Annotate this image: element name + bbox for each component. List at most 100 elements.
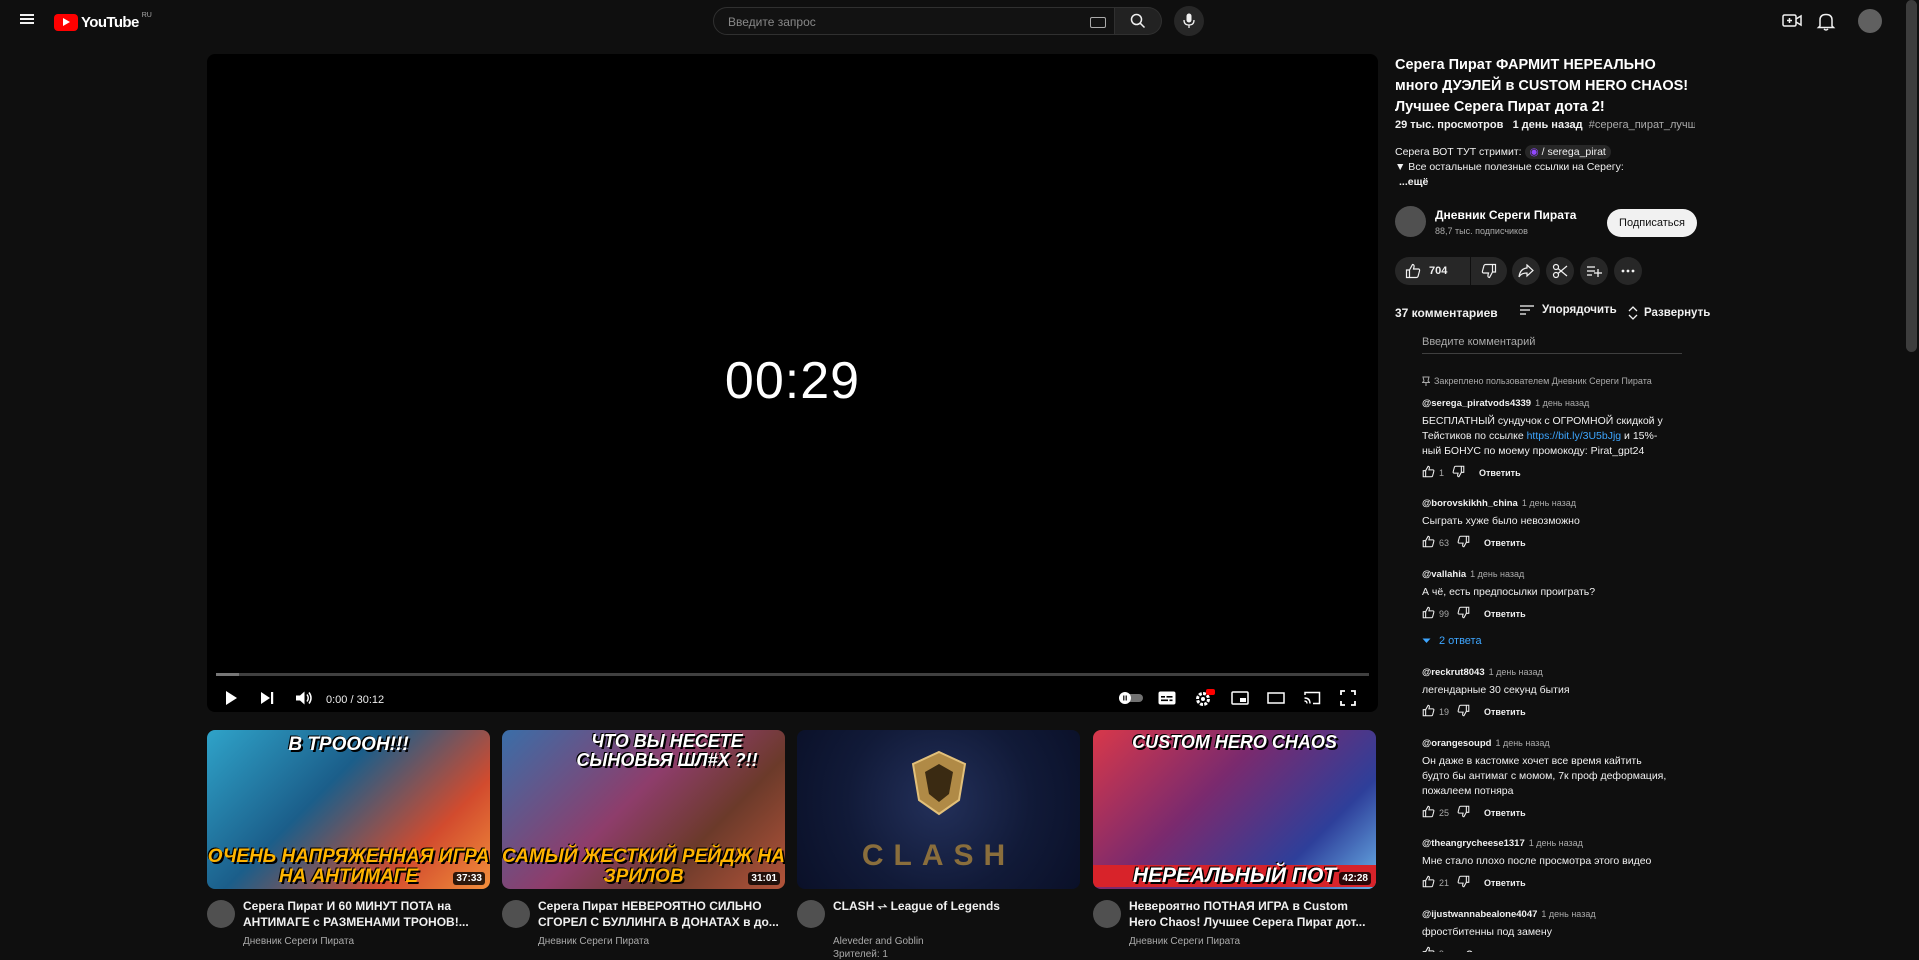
reply-button[interactable]: Ответить: [1484, 538, 1526, 548]
reply-button[interactable]: Ответить: [1484, 707, 1526, 717]
channel-avatar[interactable]: [1093, 900, 1121, 928]
recommended-video-card[interactable]: ЧТО ВЫ НЕСЕТЕ СЫНОВЬЯ ШЛ#Х ?!! САМЫЙ ЖЕС…: [502, 730, 785, 947]
play-button[interactable]: [223, 684, 239, 712]
reply-button[interactable]: Ответить: [1484, 878, 1526, 888]
search-input[interactable]: [726, 13, 1070, 31]
comment-time[interactable]: 1 день назад: [1535, 398, 1589, 408]
channel-avatar[interactable]: [797, 900, 825, 928]
progress-bar[interactable]: [216, 673, 1369, 676]
page-scrollbar-thumb[interactable]: [1906, 0, 1917, 352]
keyboard-icon[interactable]: [1090, 17, 1106, 28]
reply-button[interactable]: Ответить: [1466, 949, 1508, 953]
comment-like-button[interactable]: [1422, 805, 1435, 820]
recommended-video-card[interactable]: CUSTOM HERO CHAOS НЕРЕАЛЬНЫЙ ПОТ 42:28 Н…: [1093, 730, 1376, 947]
clip-button[interactable]: [1546, 257, 1574, 285]
channel-name[interactable]: Дневник Сереги Пирата: [1435, 208, 1576, 222]
comment-like-button[interactable]: [1422, 946, 1435, 952]
channel-avatar[interactable]: [207, 900, 235, 928]
theater-mode-button[interactable]: [1267, 684, 1285, 712]
channel-name[interactable]: Aleveder and Goblin: [833, 936, 924, 947]
comment-dislike-button[interactable]: [1457, 704, 1470, 719]
share-button[interactable]: [1512, 257, 1540, 285]
comment-dislike-button[interactable]: [1452, 465, 1465, 480]
view-count: 29 тыс. просмотров: [1395, 119, 1504, 131]
next-button[interactable]: [259, 684, 275, 712]
video-thumbnail[interactable]: ЧТО ВЫ НЕСЕТЕ СЫНОВЬЯ ШЛ#Х ?!! САМЫЙ ЖЕС…: [502, 730, 785, 889]
channel-avatar[interactable]: [502, 900, 530, 928]
comment-time[interactable]: 1 день назад: [1470, 569, 1524, 579]
fullscreen-button[interactable]: [1340, 684, 1356, 712]
channel-name[interactable]: Дневник Сереги Пирата: [1129, 936, 1240, 947]
search-button[interactable]: [1115, 7, 1162, 35]
comment-time[interactable]: 1 день назад: [1522, 498, 1576, 508]
comment-like-count: 9: [1439, 949, 1444, 953]
channel-name[interactable]: Дневник Сереги Пирата: [243, 936, 354, 947]
comment-time[interactable]: 1 день назад: [1495, 738, 1549, 748]
comment-like-button[interactable]: [1422, 875, 1435, 890]
recommended-video-card[interactable]: CLASH CLASH ⥋ League of Legends Aleveder…: [797, 730, 1080, 960]
region-label: RU: [141, 11, 152, 19]
account-avatar[interactable]: [1858, 9, 1882, 33]
create-video-icon[interactable]: [1781, 10, 1803, 32]
video-title[interactable]: CLASH ⥋ League of Legends: [833, 899, 1078, 915]
comment-author[interactable]: @ijustwannabealone4047: [1422, 909, 1537, 920]
video-title[interactable]: Невероятно ПОТНАЯ ИГРА в Custom Hero Cha…: [1129, 899, 1374, 930]
comment-dislike-button[interactable]: [1457, 606, 1470, 621]
comment-author[interactable]: @vallahia: [1422, 569, 1466, 580]
like-button[interactable]: 704: [1395, 257, 1470, 285]
save-to-playlist-button[interactable]: [1580, 257, 1608, 285]
comment-author[interactable]: @theangrycheese1317: [1422, 838, 1525, 849]
comment-author[interactable]: @borovskikhh_china: [1422, 498, 1518, 509]
autoplay-toggle[interactable]: [1118, 684, 1144, 712]
volume-button[interactable]: [295, 684, 313, 712]
comment-item: @ijustwannabealone4047 1 день назад фрост…: [1422, 906, 1670, 952]
share-icon: [1518, 264, 1534, 278]
more-actions-button[interactable]: [1614, 257, 1642, 285]
video-title[interactable]: Серега Пират И 60 МИНУТ ПОТА на АНТИМАГЕ…: [243, 899, 488, 930]
miniplayer-button[interactable]: [1231, 684, 1249, 712]
sort-comments-button[interactable]: Упорядочить: [1520, 304, 1617, 316]
subtitles-button[interactable]: [1158, 684, 1176, 712]
comment-like-button[interactable]: [1422, 535, 1435, 550]
comment-dislike-button[interactable]: [1457, 535, 1470, 550]
comment-dislike-button[interactable]: [1457, 805, 1470, 820]
expand-comments-button[interactable]: Развернуть: [1628, 306, 1710, 320]
reply-button[interactable]: Ответить: [1479, 468, 1521, 478]
menu-icon[interactable]: [18, 12, 36, 30]
comment-author[interactable]: @serega_piratvods4339: [1422, 398, 1531, 409]
view-replies-button[interactable]: 2 ответа: [1422, 635, 1670, 647]
subscribe-button[interactable]: Подписаться: [1607, 209, 1697, 237]
comment-like-button[interactable]: [1422, 704, 1435, 719]
channel-name[interactable]: Дневник Сереги Пирата: [538, 936, 649, 947]
settings-button[interactable]: [1195, 684, 1215, 712]
youtube-logo[interactable]: YouTube RU: [54, 11, 152, 31]
comment-like-button[interactable]: [1422, 606, 1435, 621]
add-comment-input[interactable]: Введите комментарий: [1422, 336, 1682, 354]
recommended-video-card[interactable]: В ТРОООН!!! ОЧЕНЬ НАПРЯЖЕННАЯ ИГРА НА АН…: [207, 730, 490, 947]
channel-avatar[interactable]: [1395, 206, 1426, 237]
show-more-link[interactable]: ...ещё: [1399, 176, 1428, 188]
video-thumbnail[interactable]: В ТРОООН!!! ОЧЕНЬ НАПРЯЖЕННАЯ ИГРА НА АН…: [207, 730, 490, 889]
comment-link[interactable]: https://bit.ly/3U5bJjg: [1527, 430, 1622, 442]
video-title[interactable]: Серега Пират НЕВЕРОЯТНО СИЛЬНО СГОРЕЛ С …: [538, 899, 783, 930]
video-thumbnail[interactable]: CLASH: [797, 730, 1080, 889]
video-player[interactable]: 00:29 0:00 / 30:12: [207, 54, 1378, 712]
voice-search-button[interactable]: [1174, 6, 1204, 36]
video-thumbnail[interactable]: CUSTOM HERO CHAOS НЕРЕАЛЬНЫЙ ПОТ 42:28: [1093, 730, 1376, 889]
reply-button[interactable]: Ответить: [1484, 609, 1526, 619]
hashtags[interactable]: #серега_пират_лучшее #серега_пират: [1589, 119, 1695, 131]
comment-author[interactable]: @reckrut8043: [1422, 667, 1485, 678]
notifications-bell-icon[interactable]: [1815, 10, 1837, 32]
thumbs-down-icon: [1457, 805, 1470, 818]
video-title: Серега Пират ФАРМИТ НЕРЕАЛЬНО много ДУЭЛ…: [1395, 57, 1689, 115]
dislike-button[interactable]: [1471, 257, 1507, 285]
reply-button[interactable]: Ответить: [1484, 808, 1526, 818]
comment-like-button[interactable]: [1422, 465, 1435, 480]
comment-author[interactable]: @orangesoupd: [1422, 738, 1491, 749]
stream-link-chip[interactable]: ◉ / serega_pirat: [1524, 145, 1611, 159]
cast-button[interactable]: [1303, 684, 1321, 712]
comment-dislike-button[interactable]: [1457, 875, 1470, 890]
comment-time[interactable]: 1 день назад: [1541, 909, 1595, 919]
comment-time[interactable]: 1 день назад: [1529, 838, 1583, 848]
comment-time[interactable]: 1 день назад: [1489, 667, 1543, 677]
